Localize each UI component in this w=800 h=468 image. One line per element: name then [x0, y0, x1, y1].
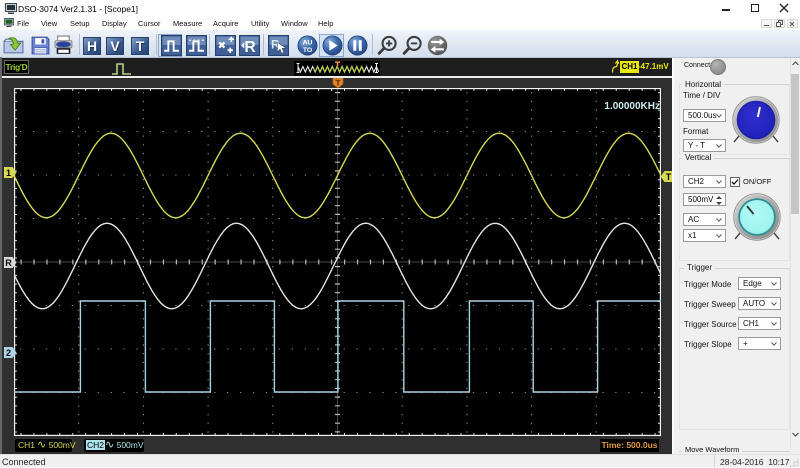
- svg-text:R: R: [244, 39, 256, 56]
- svg-text:TO: TO: [303, 47, 313, 54]
- svg-text:1: 1: [6, 168, 11, 178]
- svg-text:AU: AU: [303, 39, 313, 46]
- svg-text:1.00000KHz: 1.00000KHz: [604, 101, 660, 112]
- svg-text:2: 2: [6, 348, 11, 358]
- svg-text:R: R: [5, 258, 12, 268]
- svg-text:T: T: [666, 172, 672, 182]
